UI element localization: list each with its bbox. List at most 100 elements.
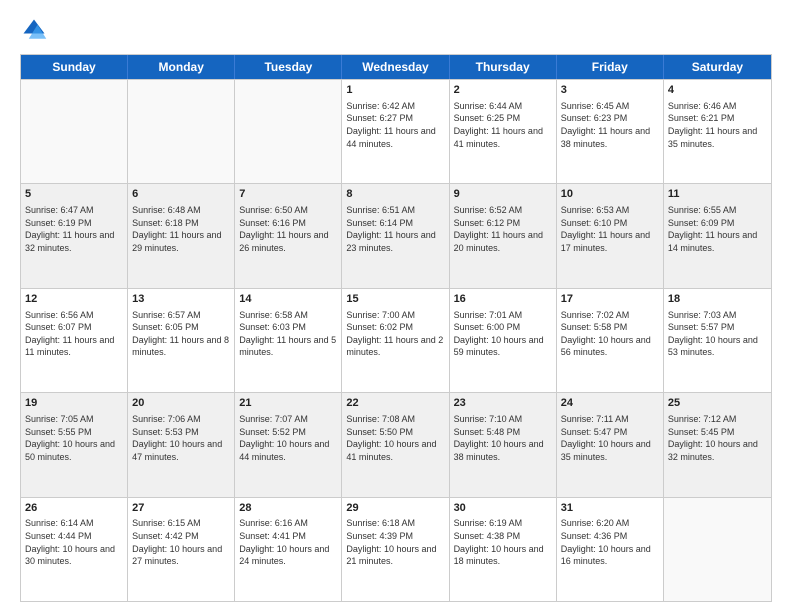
- day-number: 12: [25, 292, 123, 307]
- week-row-0: 1 Sunrise: 6:42 AM Sunset: 6:27 PM Daylig…: [21, 79, 771, 183]
- calendar-cell: 30Sunrise: 6:19 AM Sunset: 4:38 PM Dayli…: [450, 498, 557, 601]
- calendar-cell: 26Sunrise: 6:14 AM Sunset: 4:44 PM Dayli…: [21, 498, 128, 601]
- day-number: 24: [561, 396, 659, 411]
- day-header-tuesday: Tuesday: [235, 55, 342, 79]
- calendar-cell: 23 Sunrise: 7:10 AM Sunset: 5:48 PM Dayli…: [450, 393, 557, 496]
- day-info: Sunrise: 7:00 AM Sunset: 6:02 PM Dayligh…: [346, 309, 444, 359]
- calendar-header: SundayMondayTuesdayWednesdayThursdayFrid…: [21, 55, 771, 79]
- header: [20, 16, 772, 44]
- page: SundayMondayTuesdayWednesdayThursdayFrid…: [0, 0, 792, 612]
- day-info: Sunrise: 6:20 AM Sunset: 4:36 PM Dayligh…: [561, 517, 659, 567]
- day-number: 18: [668, 292, 767, 307]
- day-info: Sunrise: 6:57 AM Sunset: 6:05 PM Dayligh…: [132, 309, 230, 359]
- day-number: 6: [132, 187, 230, 202]
- day-number: 14: [239, 292, 337, 307]
- day-header-wednesday: Wednesday: [342, 55, 449, 79]
- calendar-cell: 22 Sunrise: 7:08 AM Sunset: 5:50 PM Dayli…: [342, 393, 449, 496]
- day-number: 27: [132, 501, 230, 516]
- day-number: 26: [25, 501, 123, 516]
- day-info: Sunrise: 6:42 AM Sunset: 6:27 PM Dayligh…: [346, 100, 444, 150]
- day-info: Sunrise: 7:06 AM Sunset: 5:53 PM Dayligh…: [132, 413, 230, 463]
- calendar-cell: 24 Sunrise: 7:11 AM Sunset: 5:47 PM Dayli…: [557, 393, 664, 496]
- day-info: Sunrise: 7:10 AM Sunset: 5:48 PM Dayligh…: [454, 413, 552, 463]
- calendar-cell: 25 Sunrise: 7:12 AM Sunset: 5:45 PM Dayli…: [664, 393, 771, 496]
- calendar-cell: [664, 498, 771, 601]
- day-info: Sunrise: 7:07 AM Sunset: 5:52 PM Dayligh…: [239, 413, 337, 463]
- calendar-cell: 4Sunrise: 6:46 AM Sunset: 6:21 PM Daylig…: [664, 80, 771, 183]
- day-number: 8: [346, 187, 444, 202]
- calendar-cell: 6 Sunrise: 6:48 AM Sunset: 6:18 PM Daylig…: [128, 184, 235, 287]
- day-number: 28: [239, 501, 337, 516]
- logo: [20, 16, 52, 44]
- week-row-2: 12 Sunrise: 6:56 AM Sunset: 6:07 PM Dayli…: [21, 288, 771, 392]
- day-number: 21: [239, 396, 337, 411]
- calendar-cell: 19 Sunrise: 7:05 AM Sunset: 5:55 PM Dayli…: [21, 393, 128, 496]
- calendar-cell: 5 Sunrise: 6:47 AM Sunset: 6:19 PM Daylig…: [21, 184, 128, 287]
- day-info: Sunrise: 7:03 AM Sunset: 5:57 PM Dayligh…: [668, 309, 767, 359]
- day-number: 29: [346, 501, 444, 516]
- calendar-cell: 20 Sunrise: 7:06 AM Sunset: 5:53 PM Dayli…: [128, 393, 235, 496]
- day-info: Sunrise: 6:19 AM Sunset: 4:38 PM Dayligh…: [454, 517, 552, 567]
- day-number: 9: [454, 187, 552, 202]
- calendar-cell: 29Sunrise: 6:18 AM Sunset: 4:39 PM Dayli…: [342, 498, 449, 601]
- day-number: 16: [454, 292, 552, 307]
- calendar-cell: 8 Sunrise: 6:51 AM Sunset: 6:14 PM Daylig…: [342, 184, 449, 287]
- day-number: 22: [346, 396, 444, 411]
- day-info: Sunrise: 6:52 AM Sunset: 6:12 PM Dayligh…: [454, 204, 552, 254]
- calendar-cell: 28Sunrise: 6:16 AM Sunset: 4:41 PM Dayli…: [235, 498, 342, 601]
- day-number: 13: [132, 292, 230, 307]
- calendar-cell: 3 Sunrise: 6:45 AM Sunset: 6:23 PM Daylig…: [557, 80, 664, 183]
- calendar-cell: 16Sunrise: 7:01 AM Sunset: 6:00 PM Dayli…: [450, 289, 557, 392]
- day-info: Sunrise: 7:11 AM Sunset: 5:47 PM Dayligh…: [561, 413, 659, 463]
- calendar-cell: 2 Sunrise: 6:44 AM Sunset: 6:25 PM Daylig…: [450, 80, 557, 183]
- day-info: Sunrise: 6:18 AM Sunset: 4:39 PM Dayligh…: [346, 517, 444, 567]
- calendar-cell: 9 Sunrise: 6:52 AM Sunset: 6:12 PM Daylig…: [450, 184, 557, 287]
- week-row-4: 26Sunrise: 6:14 AM Sunset: 4:44 PM Dayli…: [21, 497, 771, 601]
- day-info: Sunrise: 6:47 AM Sunset: 6:19 PM Dayligh…: [25, 204, 123, 254]
- calendar-body: 1 Sunrise: 6:42 AM Sunset: 6:27 PM Daylig…: [21, 79, 771, 601]
- logo-icon: [20, 16, 48, 44]
- calendar-cell: 27Sunrise: 6:15 AM Sunset: 4:42 PM Dayli…: [128, 498, 235, 601]
- day-number: 20: [132, 396, 230, 411]
- calendar-cell: 21 Sunrise: 7:07 AM Sunset: 5:52 PM Dayli…: [235, 393, 342, 496]
- day-number: 3: [561, 83, 659, 98]
- day-info: Sunrise: 6:46 AM Sunset: 6:21 PM Dayligh…: [668, 100, 767, 150]
- day-number: 2: [454, 83, 552, 98]
- calendar-cell: [21, 80, 128, 183]
- day-info: Sunrise: 6:55 AM Sunset: 6:09 PM Dayligh…: [668, 204, 767, 254]
- day-number: 19: [25, 396, 123, 411]
- day-number: 5: [25, 187, 123, 202]
- day-number: 17: [561, 292, 659, 307]
- calendar-cell: 7 Sunrise: 6:50 AM Sunset: 6:16 PM Daylig…: [235, 184, 342, 287]
- day-info: Sunrise: 6:45 AM Sunset: 6:23 PM Dayligh…: [561, 100, 659, 150]
- day-info: Sunrise: 7:05 AM Sunset: 5:55 PM Dayligh…: [25, 413, 123, 463]
- day-info: Sunrise: 7:08 AM Sunset: 5:50 PM Dayligh…: [346, 413, 444, 463]
- calendar-cell: 18 Sunrise: 7:03 AM Sunset: 5:57 PM Dayli…: [664, 289, 771, 392]
- day-number: 1: [346, 83, 444, 98]
- day-info: Sunrise: 6:51 AM Sunset: 6:14 PM Dayligh…: [346, 204, 444, 254]
- calendar-cell: 11 Sunrise: 6:55 AM Sunset: 6:09 PM Dayli…: [664, 184, 771, 287]
- day-number: 25: [668, 396, 767, 411]
- calendar: SundayMondayTuesdayWednesdayThursdayFrid…: [20, 54, 772, 602]
- calendar-cell: 17Sunrise: 7:02 AM Sunset: 5:58 PM Dayli…: [557, 289, 664, 392]
- calendar-cell: [128, 80, 235, 183]
- day-info: Sunrise: 7:12 AM Sunset: 5:45 PM Dayligh…: [668, 413, 767, 463]
- day-info: Sunrise: 6:16 AM Sunset: 4:41 PM Dayligh…: [239, 517, 337, 567]
- calendar-cell: 12 Sunrise: 6:56 AM Sunset: 6:07 PM Dayli…: [21, 289, 128, 392]
- day-info: Sunrise: 6:44 AM Sunset: 6:25 PM Dayligh…: [454, 100, 552, 150]
- day-header-thursday: Thursday: [450, 55, 557, 79]
- day-info: Sunrise: 6:56 AM Sunset: 6:07 PM Dayligh…: [25, 309, 123, 359]
- day-number: 23: [454, 396, 552, 411]
- day-header-sunday: Sunday: [21, 55, 128, 79]
- day-number: 15: [346, 292, 444, 307]
- day-info: Sunrise: 6:48 AM Sunset: 6:18 PM Dayligh…: [132, 204, 230, 254]
- day-number: 7: [239, 187, 337, 202]
- day-header-saturday: Saturday: [664, 55, 771, 79]
- calendar-cell: [235, 80, 342, 183]
- day-info: Sunrise: 6:14 AM Sunset: 4:44 PM Dayligh…: [25, 517, 123, 567]
- day-info: Sunrise: 6:50 AM Sunset: 6:16 PM Dayligh…: [239, 204, 337, 254]
- day-number: 11: [668, 187, 767, 202]
- calendar-cell: 31Sunrise: 6:20 AM Sunset: 4:36 PM Dayli…: [557, 498, 664, 601]
- day-number: 31: [561, 501, 659, 516]
- day-number: 30: [454, 501, 552, 516]
